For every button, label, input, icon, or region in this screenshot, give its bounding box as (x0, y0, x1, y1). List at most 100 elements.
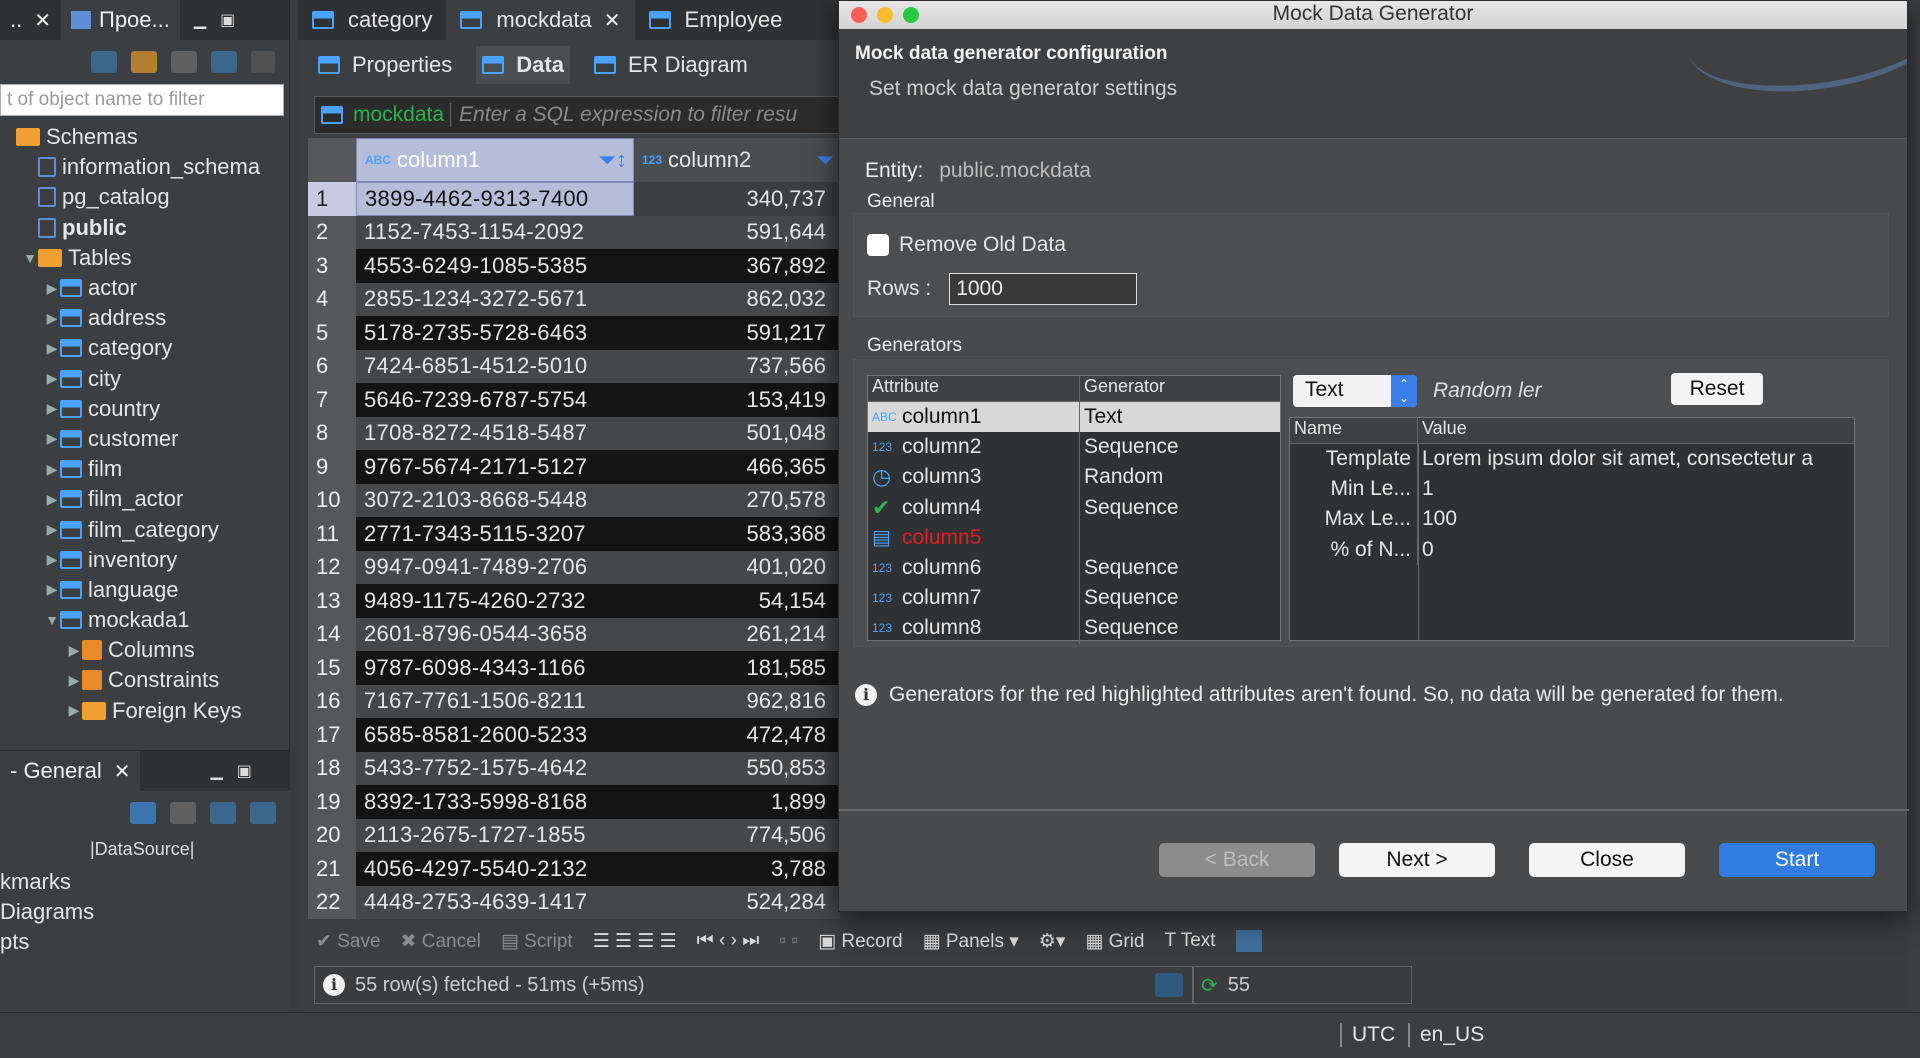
cell-column2[interactable]: 591,644 (634, 215, 840, 249)
property-value[interactable]: 100 (1418, 507, 1854, 531)
object-filter-input[interactable]: t of object name to filter (0, 84, 284, 116)
sql-filter-input[interactable]: Enter a SQL expression to filter resu (451, 103, 797, 127)
attribute-row[interactable]: 123 column8 Sequence (868, 613, 1280, 644)
row-number[interactable]: 16 (308, 684, 356, 718)
cell-column2[interactable]: 550,853 (634, 751, 840, 785)
rows-input[interactable]: 1000 (949, 273, 1138, 305)
row-number[interactable]: 21 (308, 852, 356, 886)
tree-item[interactable]: ▶ address (0, 303, 290, 333)
tree-item[interactable]: ▶ film (0, 454, 290, 484)
export-icon[interactable] (1155, 973, 1183, 997)
collapsed-arrow-icon[interactable]: ▶ (44, 551, 60, 568)
table-row[interactable]: 19 8392-1733-5998-8168 1,899 (308, 785, 840, 819)
row-number[interactable]: 6 (308, 349, 356, 383)
table-row[interactable]: 5 5178-2735-5728-6463 591,217 (308, 316, 840, 350)
expanded-arrow-icon[interactable]: ▼ (44, 612, 60, 628)
table-row[interactable]: 18 5433-7752-1575-4642 550,853 (308, 751, 840, 785)
navigation-icons[interactable]: ⏮ ‹ › ⏭ (697, 930, 760, 952)
row-number[interactable]: 22 (308, 885, 356, 919)
cell-column1[interactable]: 6585-8581-2600-5233 (356, 718, 634, 752)
collapsed-arrow-icon[interactable]: ▶ (66, 672, 82, 689)
table-row[interactable]: 20 2113-2675-1727-1855 774,506 (308, 818, 840, 852)
close-window-icon[interactable] (851, 7, 867, 23)
cell-column2[interactable]: 3,788 (634, 852, 840, 886)
row-number[interactable]: 19 (308, 785, 356, 819)
table-row[interactable]: 9 9767-5674-2171-5127 466,365 (308, 450, 840, 484)
text-button[interactable]: T Text (1165, 930, 1216, 952)
next-button[interactable]: Next > (1339, 843, 1495, 877)
tree-item[interactable]: ▶ Columns (0, 635, 290, 665)
tree-item[interactable]: ▶ Foreign Keys (0, 696, 290, 726)
tree-item[interactable]: public (0, 213, 290, 243)
collapsed-arrow-icon[interactable]: ▶ (44, 340, 60, 357)
collapsed-arrow-icon[interactable]: ▶ (44, 461, 60, 478)
tree-item[interactable]: ▶ actor (0, 273, 290, 303)
cell-column1[interactable]: 5433-7752-1575-4642 (356, 751, 634, 785)
settings-icon[interactable]: ⚙▾ (1039, 930, 1066, 953)
tree-item[interactable]: ▶ category (0, 333, 290, 363)
cell-column1[interactable]: 9489-1175-4260-2732 (356, 584, 634, 618)
table-row[interactable]: 1 3899-4462-9313-7400 340,737 (308, 182, 840, 216)
collapsed-arrow-icon[interactable]: ▶ (66, 702, 82, 719)
row-number[interactable]: 11 (308, 517, 356, 551)
cell-column2[interactable]: 962,816 (634, 684, 840, 718)
tree-item[interactable]: ▶ city (0, 364, 290, 394)
attribute-row[interactable]: ◷ column3 Random (868, 462, 1280, 493)
sql-filter-bar[interactable]: mockdata Enter a SQL expression to filte… (314, 96, 854, 134)
cell-column2[interactable]: 340,737 (634, 182, 840, 216)
cell-column2[interactable]: 583,368 (634, 517, 840, 551)
cell-column1[interactable]: 2855-1234-3272-5671 (356, 282, 634, 316)
locale-indicator[interactable]: en_US (1408, 1023, 1484, 1047)
table-row[interactable]: 16 7167-7761-1506-8211 962,816 (308, 684, 840, 718)
cell-column2[interactable]: 153,419 (634, 383, 840, 417)
row-number[interactable]: 20 (308, 818, 356, 852)
tree-item[interactable]: ▼ Tables (0, 243, 290, 273)
grid-button[interactable]: ▦ Grid (1085, 930, 1144, 953)
cell-column1[interactable]: 4448-2753-4639-1417 (356, 885, 634, 919)
collapse-icon[interactable] (171, 51, 197, 73)
link-editor-icon[interactable] (211, 51, 237, 73)
cell-column2[interactable]: 472,478 (634, 718, 840, 752)
cell-column2[interactable]: 774,506 (634, 818, 840, 852)
cell-column1[interactable]: 2113-2675-1727-1855 (356, 818, 634, 852)
project-resource-item[interactable]: Diagrams (0, 897, 94, 927)
start-button[interactable]: Start (1719, 843, 1875, 877)
row-number[interactable]: 2 (308, 215, 356, 249)
generator-select[interactable]: Text ⌃ ⌄ (1293, 375, 1417, 407)
cell-column1[interactable]: 5646-7239-6787-5754 (356, 383, 634, 417)
cell-column2[interactable]: 270,578 (634, 483, 840, 517)
collapsed-arrow-icon[interactable]: ▶ (44, 430, 60, 447)
column-header-column2[interactable]: 123 column2 ⏷ (634, 138, 840, 182)
cell-column1[interactable]: 4553-6249-1085-5385 (356, 249, 634, 283)
cancel-button[interactable]: ✖ Cancel (401, 930, 481, 953)
table-row[interactable]: 4 2855-1234-3272-5671 862,032 (308, 282, 840, 316)
cell-column2[interactable]: 862,032 (634, 282, 840, 316)
row-number[interactable]: 8 (308, 416, 356, 450)
attribute-row[interactable]: ABC column1 Text (868, 402, 1280, 433)
cell-column2[interactable]: 54,154 (634, 584, 840, 618)
cell-column1[interactable]: 4056-4297-5540-2132 (356, 852, 634, 886)
filter-icon[interactable]: ⏷ (816, 147, 834, 173)
tree-item[interactable]: ▶ film_actor (0, 484, 290, 514)
table-row[interactable]: 2 1152-7453-1154-2092 591,644 (308, 215, 840, 249)
subtab-data[interactable]: Data (476, 46, 570, 84)
panels-button[interactable]: ▦ Panels ▾ (923, 930, 1019, 953)
row-number[interactable]: 15 (308, 651, 356, 685)
ellipsis-tab[interactable]: .. ✕ (0, 0, 61, 40)
property-value[interactable]: Lorem ipsum dolor sit amet, consectetur … (1418, 447, 1854, 471)
cell-column2[interactable]: 591,217 (634, 316, 840, 350)
property-row[interactable]: Template Lorem ipsum dolor sit amet, cons… (1290, 444, 1854, 475)
tab-projects[interactable]: Прое... (61, 0, 180, 40)
fetch-size-field[interactable]: ⟳ 55 (1192, 966, 1412, 1004)
row-number[interactable]: 18 (308, 751, 356, 785)
minimize-icon[interactable]: ▁ (210, 761, 222, 781)
tree-item[interactable]: Schemas (0, 122, 290, 152)
project-resource-item[interactable]: pts (0, 927, 94, 957)
expanded-arrow-icon[interactable]: ▼ (22, 250, 38, 266)
maximize-icon[interactable]: ▣ (237, 761, 252, 781)
edit-rows-icons[interactable]: ☰ ☰ ☰ ☰ (593, 930, 677, 953)
close-icon[interactable]: ✕ (114, 759, 131, 784)
cell-column1[interactable]: 8392-1733-5998-8168 (356, 785, 634, 819)
cell-column2[interactable]: 501,048 (634, 416, 840, 450)
cell-column1[interactable]: 2601-8796-0544-3658 (356, 617, 634, 651)
